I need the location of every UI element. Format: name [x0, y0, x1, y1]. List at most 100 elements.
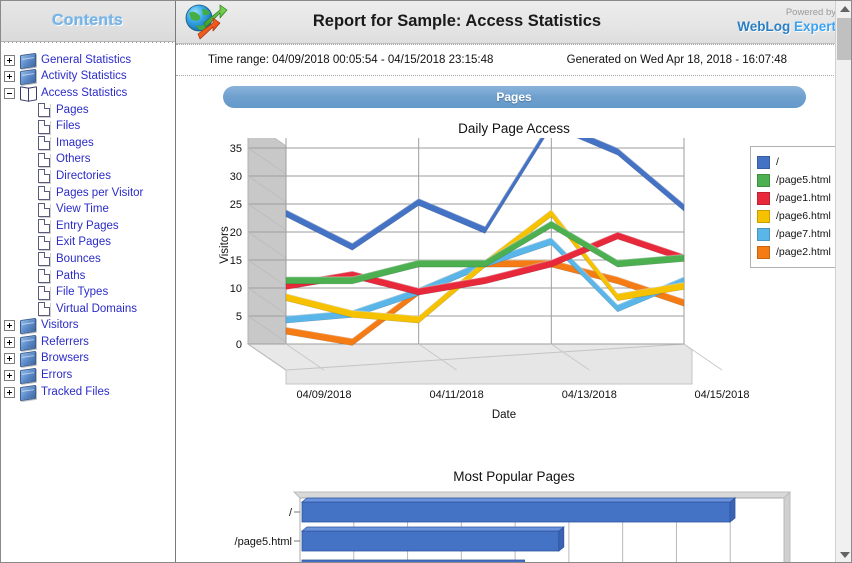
svg-text:/: / [289, 507, 293, 519]
legend-swatch-icon [757, 191, 770, 205]
sidebar-item-files[interactable]: Files [0, 118, 175, 135]
globe-arrows-icon [180, 1, 232, 43]
triangle-down-icon [839, 551, 850, 558]
brand-name: WebLog Expert [712, 19, 836, 35]
report-info-bar: Time range: 04/09/2018 00:05:54 - 04/15/… [176, 44, 852, 76]
sidebar-item-label: Visitors [41, 319, 79, 332]
sidebar-item-referrers[interactable]: Referrers [0, 334, 175, 352]
sidebar-item-visitors[interactable]: Visitors [0, 318, 175, 335]
open-book-icon [20, 86, 36, 100]
sidebar-item-access-statistics[interactable]: Access Statistics [0, 85, 175, 102]
legend-label: / [776, 156, 779, 168]
brand-weblog: WebLog [737, 19, 791, 35]
page-icon [38, 202, 50, 217]
section-banner-pages: Pages [222, 86, 806, 108]
legend-swatch-icon [757, 155, 770, 169]
scroll-up-button[interactable] [836, 0, 852, 17]
sidebar-item-activity-statistics[interactable]: Activity Statistics [0, 69, 175, 86]
closed-book-icon [20, 367, 36, 385]
page-icon [38, 269, 50, 284]
sidebar-item-general-statistics[interactable]: General Statistics [0, 52, 175, 69]
powered-by-block: Powered by WebLog Expert [712, 7, 852, 35]
most-popular-pages-chart: / /page5.html [194, 486, 834, 563]
page-icon [38, 302, 50, 317]
sidebar-item-label: Access Statistics [41, 86, 128, 99]
vertical-scrollbar[interactable] [835, 0, 852, 563]
time-range-text: Time range: 04/09/2018 00:05:54 - 04/15/… [208, 54, 494, 66]
line-chart-svg: 051015202530354004/09/201804/11/201804/1… [219, 138, 750, 418]
svg-text:04/15/2018: 04/15/2018 [694, 389, 749, 401]
legend-item: /page1.html [757, 189, 836, 207]
sidebar-item-images[interactable]: Images [0, 135, 175, 152]
expand-icon[interactable] [4, 386, 15, 398]
legend-label: /page1.html [776, 192, 831, 204]
sidebar-item-exit-pages[interactable]: Exit Pages [0, 235, 175, 252]
legend-item: /page5.html [757, 171, 836, 189]
contents-sidebar: Contents General Statistics Activity Stat… [0, 0, 176, 563]
page-icon [38, 252, 50, 267]
svg-text:30: 30 [230, 171, 242, 183]
y-axis-label: Visitors [219, 226, 231, 264]
svg-text:/page5.html: /page5.html [235, 536, 292, 548]
triangle-up-icon [839, 5, 850, 12]
closed-book-icon [20, 69, 36, 86]
generated-on-text: Generated on Wed Apr 18, 2018 - 16:07:48 [566, 54, 787, 66]
sidebar-item-pages-per-visitor[interactable]: Pages per Visitor [0, 185, 175, 202]
page-icon [38, 219, 50, 234]
closed-book-icon [20, 334, 36, 352]
sidebar-item-label: Others [56, 153, 91, 166]
legend-label: /page6.html [776, 210, 831, 222]
sidebar-item-bounces[interactable]: Bounces [0, 251, 175, 268]
sidebar-item-label: Paths [56, 269, 86, 282]
sidebar-item-entry-pages[interactable]: Entry Pages [0, 218, 175, 235]
weblog-expert-report-window: Contents General Statistics Activity Stat… [0, 0, 852, 563]
sidebar-item-file-types[interactable]: File Types [0, 284, 175, 301]
sidebar-item-label: Referrers [41, 335, 89, 348]
collapse-icon[interactable] [4, 87, 15, 99]
legend-item: / [757, 153, 836, 171]
bar-chart-svg: / /page5.html [235, 490, 791, 563]
svg-text:5: 5 [236, 311, 242, 323]
expand-icon[interactable] [4, 320, 15, 332]
expand-icon[interactable] [4, 336, 15, 348]
daily-page-access-chart: 051015202530354004/09/201804/11/201804/1… [194, 138, 842, 433]
sidebar-item-paths[interactable]: Paths [0, 268, 175, 285]
report-content: Pages Daily Page Access 0510152025303540… [176, 76, 852, 563]
sidebar-item-others[interactable]: Others [0, 152, 175, 169]
page-icon [38, 152, 50, 167]
page-icon [38, 235, 50, 250]
legend-swatch-icon [757, 245, 770, 259]
scrollbar-thumb[interactable] [837, 18, 852, 60]
expand-icon[interactable] [4, 353, 15, 365]
expand-icon[interactable] [4, 54, 15, 66]
scroll-down-button[interactable] [836, 546, 852, 563]
sidebar-item-view-time[interactable]: View Time [0, 201, 175, 218]
report-header: Report for Sample: Access Statistics Pow… [176, 0, 852, 44]
sidebar-item-directories[interactable]: Directories [0, 168, 175, 185]
sidebar-item-browsers[interactable]: Browsers [0, 351, 175, 368]
sidebar-item-label: View Time [56, 203, 109, 216]
closed-book-icon [20, 384, 36, 401]
closed-book-icon [20, 351, 36, 368]
sidebar-item-pages[interactable]: Pages [0, 102, 175, 119]
page-icon [38, 186, 50, 201]
svg-text:0: 0 [236, 339, 242, 351]
sidebar-item-label: Browsers [41, 352, 89, 365]
sidebar-item-label: Directories [56, 169, 111, 182]
sidebar-item-label: Images [56, 136, 94, 149]
svg-text:04/13/2018: 04/13/2018 [562, 389, 617, 401]
legend-label: /page7.html [776, 228, 831, 240]
report-main-panel: Report for Sample: Access Statistics Pow… [176, 0, 852, 563]
expand-icon[interactable] [4, 71, 15, 83]
sidebar-item-label: Activity Statistics [41, 70, 127, 83]
contents-header: Contents [0, 0, 175, 42]
sidebar-item-tracked-files[interactable]: Tracked Files [0, 384, 175, 401]
svg-text:35: 35 [230, 143, 242, 155]
legend-swatch-icon [757, 209, 770, 223]
sidebar-item-errors[interactable]: Errors [0, 367, 175, 385]
sidebar-item-label: Entry Pages [56, 219, 119, 232]
expand-icon[interactable] [4, 370, 15, 382]
legend-swatch-icon [757, 173, 770, 187]
legend-swatch-icon [757, 227, 770, 241]
sidebar-item-virtual-domains[interactable]: Virtual Domains [0, 301, 175, 318]
